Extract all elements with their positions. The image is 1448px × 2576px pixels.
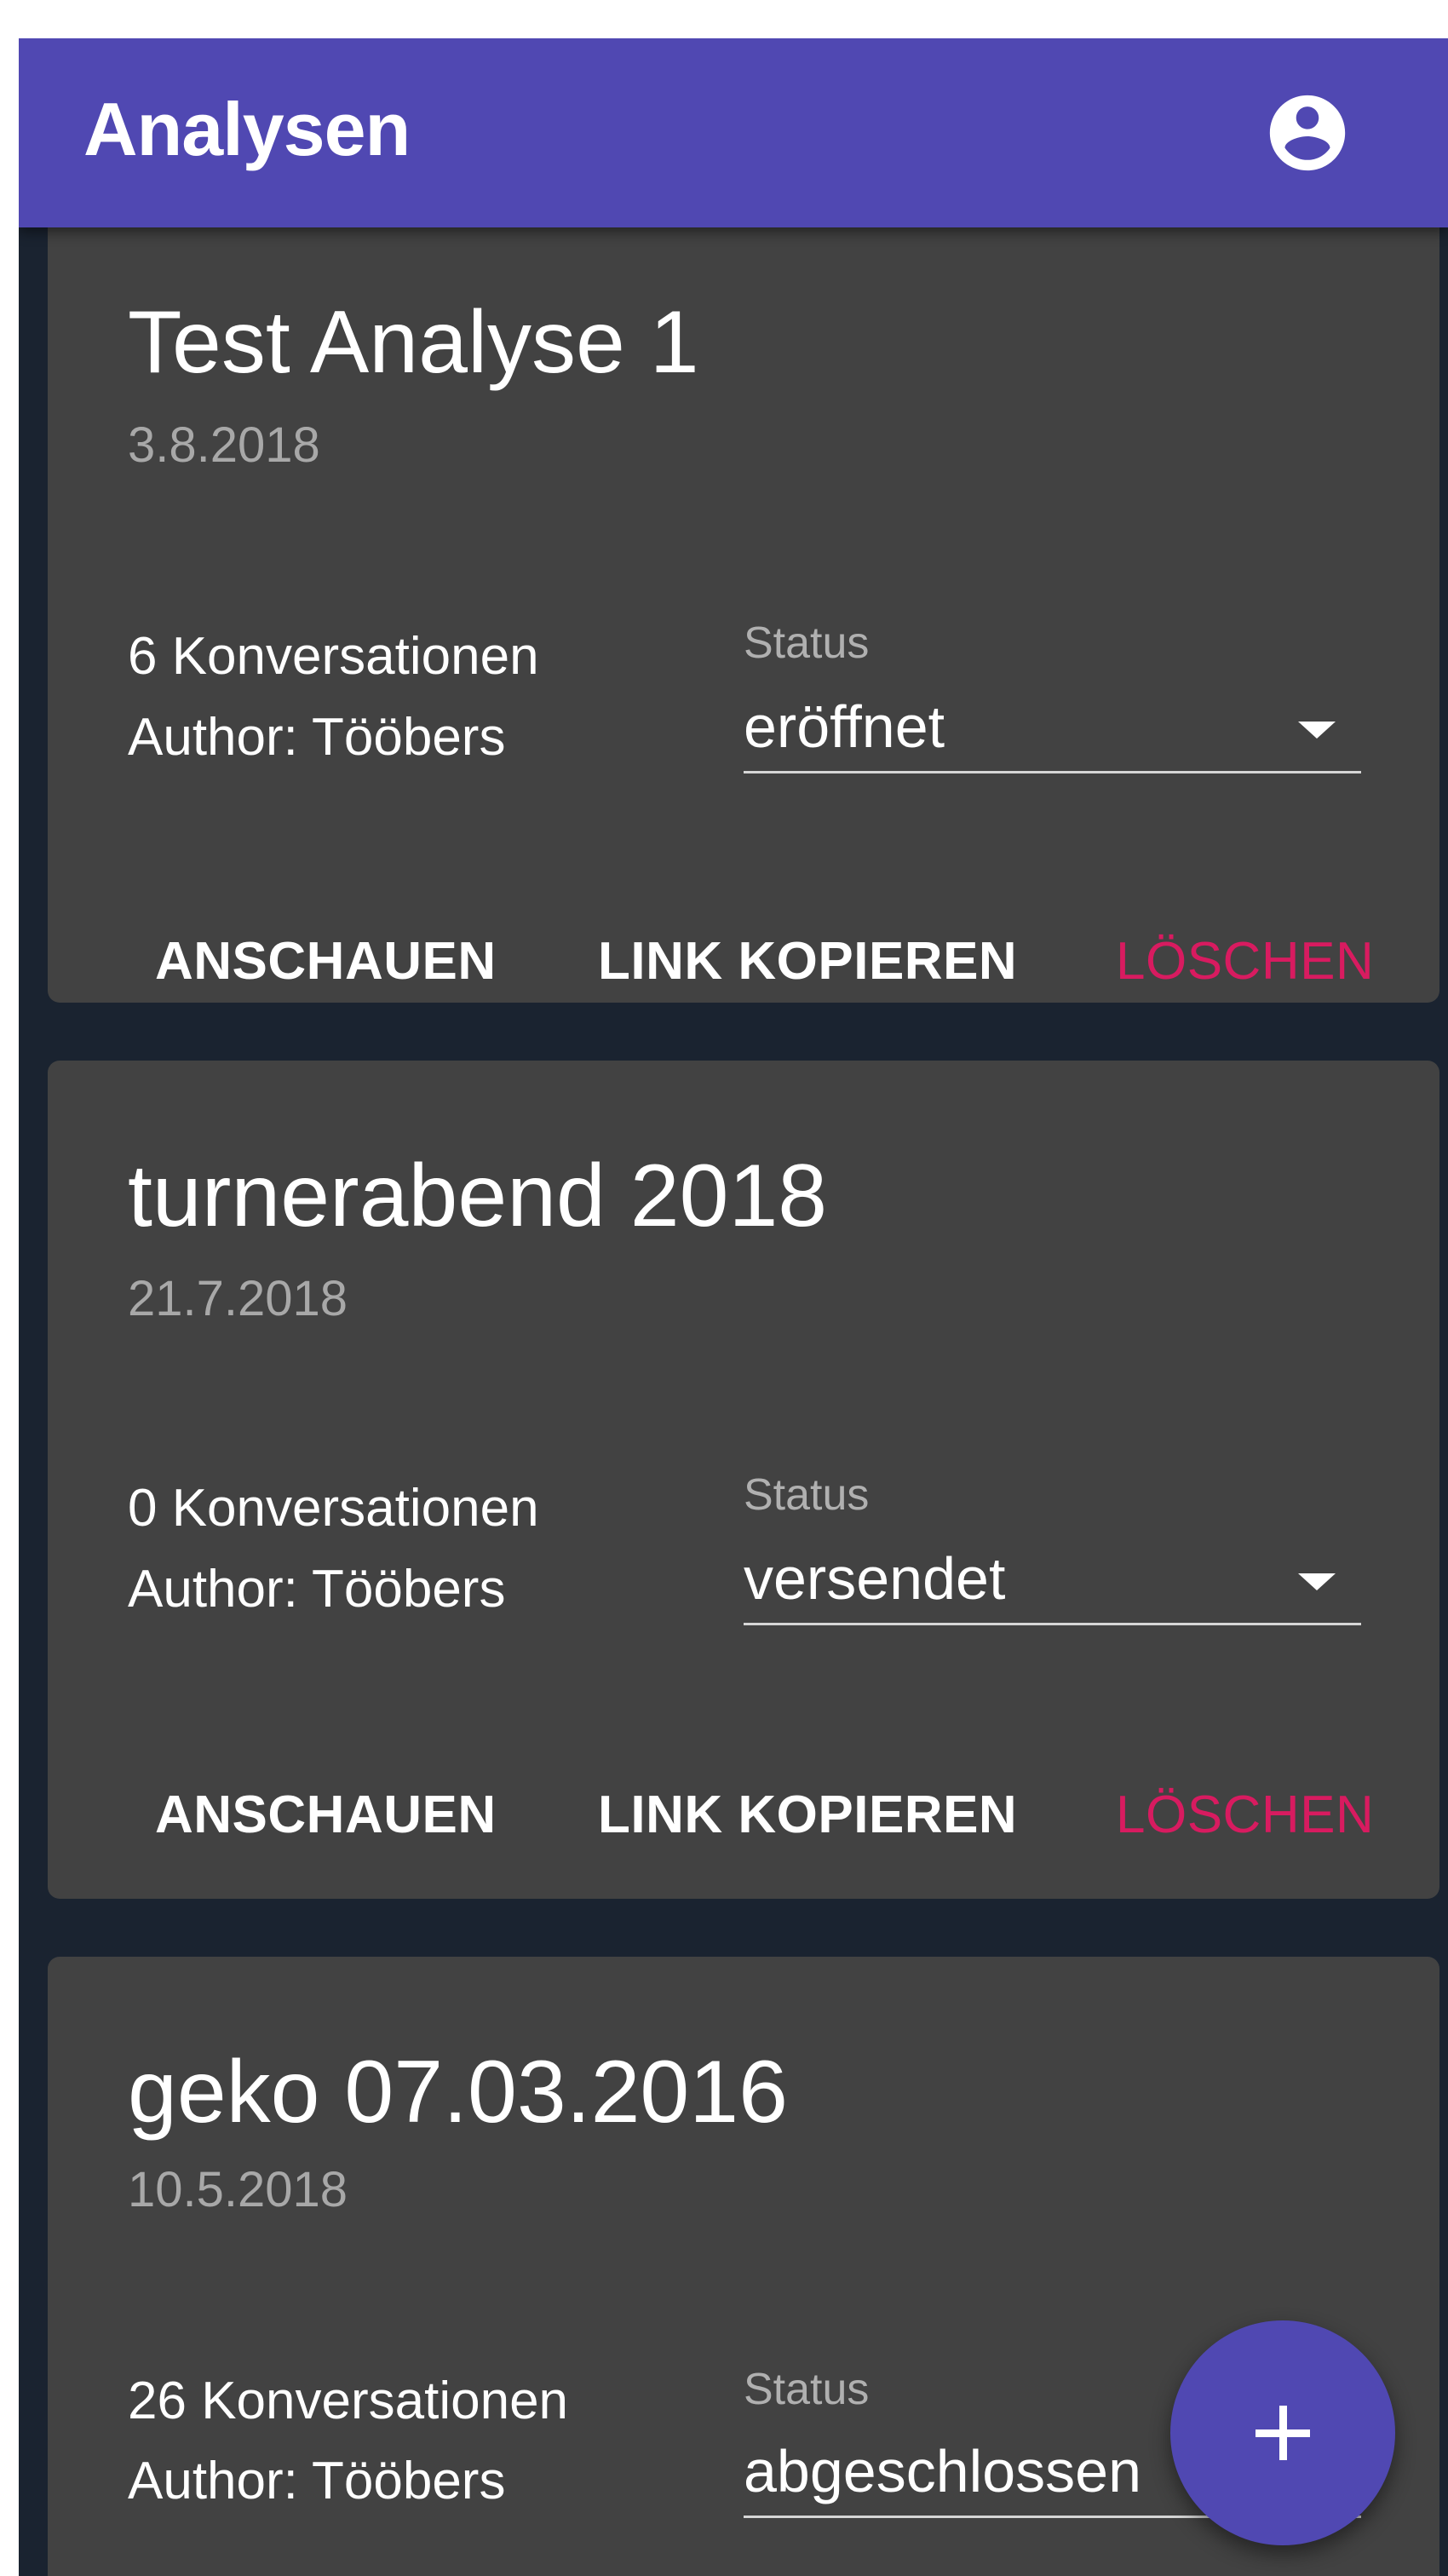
card-title: Test Analyse 1 [128,293,699,392]
status-value: abgeschlossen [744,2438,1141,2504]
status-select[interactable]: eröffnet [744,686,1361,773]
status-select[interactable]: versendet [744,1538,1361,1625]
card-date: 21.7.2018 [128,1271,348,1326]
dropdown-arrow-icon [1298,722,1336,739]
card-title: geko 07.03.2016 [128,2043,788,2142]
add-analysis-button[interactable] [1170,2320,1395,2545]
copy-link-button[interactable]: LINK KOPIEREN [598,931,1017,992]
plus-icon [1170,2320,1395,2545]
page-title: Analysen [83,87,411,171]
conversation-count: 6 Konversationen [128,627,539,686]
app-frame: Analysen Test Analyse 1 3.8.2018 6 Konve… [19,38,1448,2576]
delete-button[interactable]: LÖSCHEN [1116,1785,1374,1845]
status-value: versendet [744,1545,1006,1612]
card-date: 10.5.2018 [128,2162,348,2217]
dropdown-arrow-icon [1298,1573,1336,1590]
copy-link-button[interactable]: LINK KOPIEREN [598,1785,1017,1845]
card-author: Author: Tööbers [128,2452,506,2510]
card-author: Author: Tööbers [128,1560,506,1619]
status-value: eröffnet [744,693,945,760]
conversation-count: 26 Konversationen [128,2372,569,2430]
status-label: Status [744,1470,870,1520]
delete-button[interactable]: LÖSCHEN [1116,931,1374,992]
conversation-count: 0 Konversationen [128,1479,539,1538]
analysis-card: Test Analyse 1 3.8.2018 6 Konversationen… [48,106,1439,1003]
view-button[interactable]: ANSCHAUEN [155,1785,497,1845]
status-label: Status [744,2365,870,2414]
card-title: turnerabend 2018 [128,1147,828,1245]
account-button[interactable] [1262,88,1353,178]
app-bar: Analysen [19,38,1448,227]
card-date: 3.8.2018 [128,417,320,473]
account-circle-icon [1269,95,1346,171]
view-button[interactable]: ANSCHAUEN [155,931,497,992]
analysis-card: turnerabend 2018 21.7.2018 0 Konversatio… [48,1061,1439,1899]
status-label: Status [744,618,870,668]
card-author: Author: Tööbers [128,708,506,767]
